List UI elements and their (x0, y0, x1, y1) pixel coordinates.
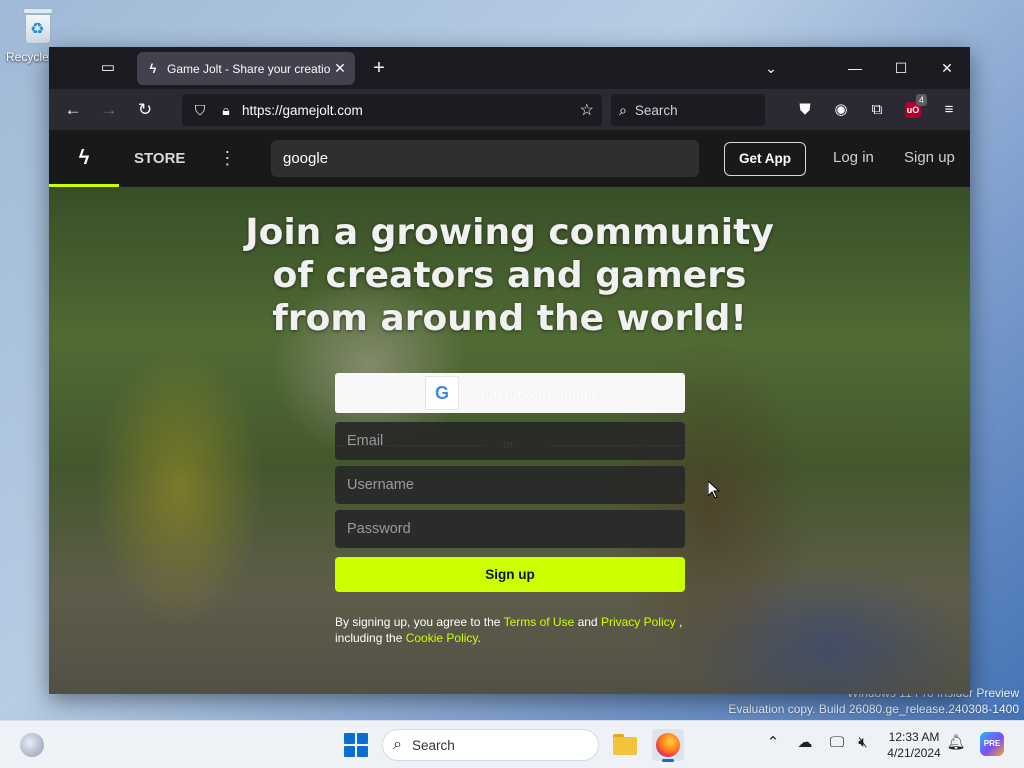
gamejolt-page: ϟ STORE ⋮ google Get App Log in Sign up … (49, 130, 970, 694)
puzzle-icon[interactable]: ⧉ (861, 94, 893, 126)
address-bar[interactable]: ⛉ 🔒︎ https://gamejolt.com ☆ (182, 94, 602, 126)
get-app-button[interactable]: Get App (724, 142, 806, 176)
terms-prefix: By signing up, you agree to the (335, 615, 504, 629)
mouse-cursor-icon (708, 481, 720, 499)
url-text[interactable]: https://gamejolt.com (242, 103, 580, 118)
cookie-policy-link[interactable]: Cookie Policy (406, 631, 478, 645)
network-icon[interactable]: 🖵︎ (826, 733, 848, 751)
hero-title: Join a growing community of creators and… (245, 212, 774, 339)
clock-time: 12:33 AM (888, 730, 940, 744)
signup-link[interactable]: Sign up (904, 149, 955, 166)
more-options-icon[interactable]: ⋮ (218, 148, 236, 169)
password-field[interactable]: Password (335, 510, 685, 548)
extension-badge: 4 (915, 94, 927, 106)
store-link[interactable]: STORE (134, 150, 185, 167)
toolbar-icons: ⛊ ◉ ⧉ uO 4 ≡ (789, 94, 969, 126)
google-signup-label: Sign up with Google (473, 385, 599, 401)
terms-text: By signing up, you agree to the Terms of… (335, 614, 695, 646)
search-bar[interactable]: ⌕ Search (611, 94, 765, 126)
lock-icon[interactable]: 🔒︎ (216, 102, 236, 119)
signup-button[interactable]: Sign up (335, 557, 685, 592)
search-placeholder: Search (634, 102, 678, 118)
login-link[interactable]: Log in (833, 149, 874, 166)
copilot-icon[interactable]: PRE (980, 732, 1004, 756)
maximize-icon[interactable]: ☐ (887, 55, 915, 81)
start-button-icon[interactable] (344, 733, 368, 757)
taskbar-search-box[interactable]: ⌕ Search (382, 729, 599, 761)
tab-overview-icon[interactable]: ▭ (97, 57, 119, 79)
google-g-icon: G (425, 376, 459, 410)
tab-close-icon[interactable]: ✕ (331, 60, 349, 77)
gamejolt-favicon-icon: ϟ (149, 60, 157, 76)
taskbar: ⌕ Search ⌃ ☁ 🖵︎ 🔇︎ 12:33 AM 4/21/2024 🔔︎… (0, 720, 1024, 768)
firefox-window: ▭ ϟ Game Jolt - Share your creations ✕ +… (49, 47, 970, 694)
minimize-icon[interactable]: — (841, 55, 869, 81)
tab-gamejolt[interactable]: ϟ Game Jolt - Share your creations ✕ (137, 52, 355, 85)
star-icon[interactable]: ☆ (580, 100, 594, 120)
forward-icon[interactable]: → (93, 94, 125, 126)
hamburger-icon[interactable]: ≡ (933, 94, 965, 126)
close-window-icon[interactable]: ✕ (933, 55, 961, 81)
username-field[interactable]: Username (335, 466, 685, 504)
tab-strip: ▭ ϟ Game Jolt - Share your creations ✕ +… (49, 47, 970, 89)
tracking-shield-icon[interactable]: ⛉ (190, 102, 210, 119)
back-icon[interactable]: ← (57, 94, 89, 126)
clock-date: 4/21/2024 (887, 746, 941, 760)
widgets-icon[interactable] (20, 733, 44, 757)
gamejolt-header: ϟ STORE ⋮ google Get App Log in Sign up (49, 130, 970, 187)
notifications-bell-icon[interactable]: 🔔︎ (945, 733, 967, 751)
taskbar-search-placeholder: Search (411, 737, 455, 753)
gamejolt-search-input[interactable]: google (271, 140, 699, 177)
tab-title: Game Jolt - Share your creations (167, 61, 331, 76)
hero-background-image: Join a growing community of creators and… (49, 187, 970, 694)
pocket-icon[interactable]: ⛊ (789, 94, 821, 126)
account-icon[interactable]: ◉ (825, 94, 857, 126)
new-tab-icon[interactable]: + (367, 56, 391, 80)
google-signup-button[interactable]: G Sign up with Google (335, 373, 685, 413)
file-explorer-icon[interactable] (609, 729, 641, 761)
taskbar-search-icon: ⌕ (393, 736, 402, 753)
volume-muted-icon[interactable]: 🔇︎ (852, 733, 874, 751)
ublock-icon[interactable]: uO 4 (897, 94, 929, 126)
terms-end: . (477, 631, 481, 645)
clock[interactable]: 12:33 AM 4/21/2024 (880, 729, 948, 761)
privacy-policy-link[interactable]: Privacy Policy (601, 615, 676, 629)
onedrive-icon[interactable]: ☁ (794, 733, 816, 751)
navigation-toolbar: ← → ↻ ⛉ 🔒︎ https://gamejolt.com ☆ ⌕ Sear… (49, 89, 970, 130)
show-hidden-icons-icon[interactable]: ⌃ (762, 733, 784, 751)
terms-of-use-link[interactable]: Terms of Use (504, 615, 575, 629)
watermark-build: Evaluation copy. Build 26080.ge_release.… (728, 702, 1019, 716)
list-all-tabs-icon[interactable]: ⌄ (757, 55, 785, 81)
recycle-bin-icon: ♻ (21, 6, 55, 46)
email-field[interactable]: Email (335, 422, 685, 460)
gamejolt-logo-icon[interactable]: ϟ (49, 130, 119, 187)
search-icon: ⌕ (619, 101, 627, 118)
firefox-taskbar-icon[interactable] (652, 729, 684, 762)
reload-icon[interactable]: ↻ (129, 94, 161, 126)
terms-and: and (574, 615, 601, 629)
